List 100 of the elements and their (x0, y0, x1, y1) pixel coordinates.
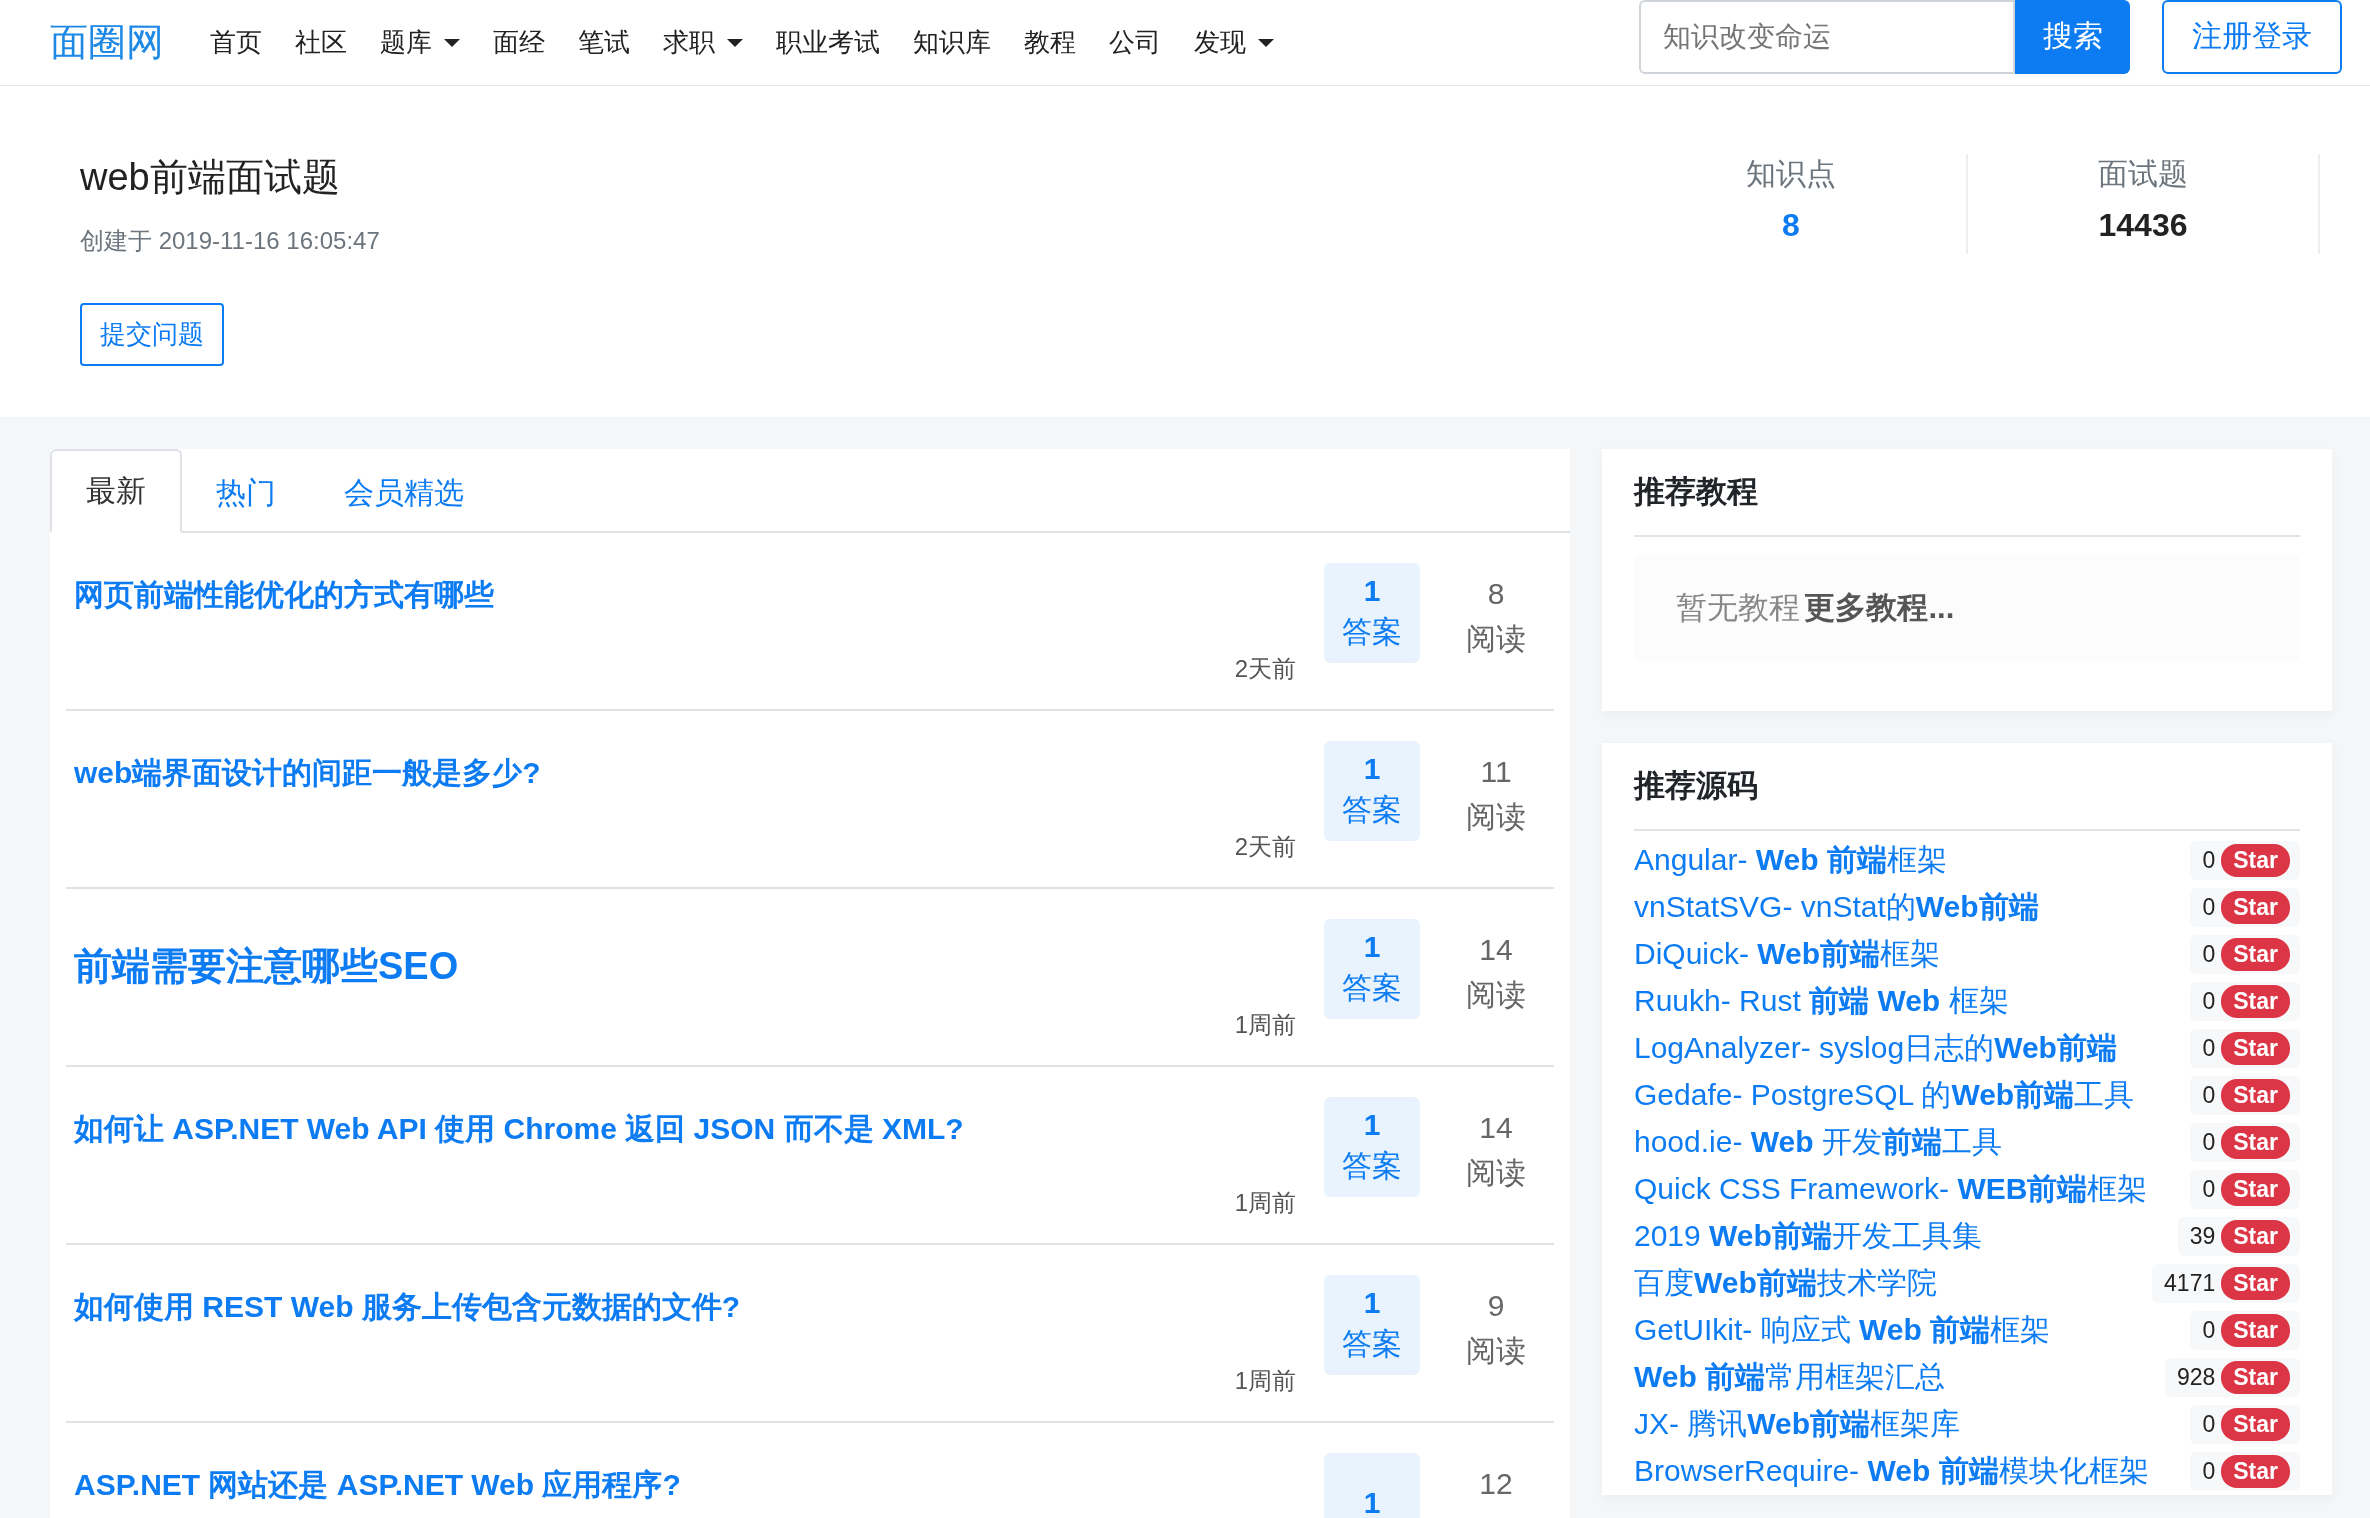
read-count: 11 (1480, 755, 1512, 789)
search-button[interactable]: 搜索 (2015, 0, 2130, 74)
star-count-badge[interactable]: 0 Star (2190, 1405, 2300, 1444)
star-count-badge[interactable]: 0 Star (2190, 1452, 2300, 1491)
question-link[interactable]: 前端需要注意哪些SEO (74, 919, 459, 992)
source-link[interactable]: GetUIkit- 响应式 Web 前端框架 (1634, 1310, 2051, 1351)
source-link[interactable]: Angular- Web 前端框架 (1634, 840, 1947, 881)
caret-icon (727, 38, 743, 47)
more-tutorials-link[interactable]: 更多教程... (1804, 590, 1955, 625)
question-link[interactable]: web端界面设计的间距一般是多少? (74, 741, 541, 794)
star-count-badge[interactable]: 0 Star (2190, 1076, 2300, 1115)
nav-link[interactable]: 公司 (1109, 25, 1161, 60)
star-count: 39 (2189, 1223, 2216, 1250)
star-pill: Star (2221, 938, 2290, 971)
nav-link[interactable]: 首页 (210, 25, 262, 60)
answer-count-box[interactable]: 1 答案 (1324, 919, 1420, 1019)
answer-count-box[interactable]: 1 答案 (1324, 741, 1420, 841)
source-link[interactable]: JX- 腾讯Web前端框架库 (1634, 1404, 1961, 1445)
answer-count-box[interactable]: 1 答案 (1324, 1275, 1420, 1375)
tab[interactable]: 最新 (50, 449, 182, 533)
star-pill: Star (2221, 1173, 2290, 1206)
answer-count-box[interactable]: 1 答案 (1324, 1097, 1420, 1197)
star-pill: Star (2221, 844, 2290, 877)
post-time: 1周前 (1234, 1366, 1296, 1396)
question-link[interactable]: 如何让 ASP.NET Web API 使用 Chrome 返回 JSON 而不是 XML? (74, 1097, 964, 1150)
star-pill: Star (2221, 1220, 2290, 1253)
read-label: 阅读 (1466, 1155, 1526, 1191)
source-link[interactable]: Ruukh- Rust 前端 Web 框架 (1634, 981, 2009, 1022)
caret-icon (1258, 38, 1274, 47)
star-count: 0 (2202, 894, 2216, 921)
tab[interactable]: 热门 (182, 453, 310, 533)
star-count: 0 (2202, 1176, 2216, 1203)
star-count-badge[interactable]: 0 Star (2190, 935, 2300, 974)
login-button[interactable]: 注册登录 (2162, 0, 2342, 74)
star-count-badge[interactable]: 928 Star (2164, 1358, 2300, 1397)
read-count: 14 (1479, 933, 1513, 967)
stat-label: 知识点 (1745, 156, 1837, 192)
question-link[interactable]: ASP.NET 网站还是 ASP.NET Web 应用程序? (74, 1453, 681, 1506)
source-link[interactable]: vnStatSVG- vnStat的Web前端 (1634, 887, 2039, 928)
search-field[interactable]: 知识改变命运 (1639, 0, 2015, 74)
nav-link[interactable]: 笔试 (578, 25, 630, 60)
read-count: 8 (1487, 577, 1505, 611)
star-count: 4171 (2164, 1270, 2216, 1297)
star-count-badge[interactable]: 0 Star (2190, 1311, 2300, 1350)
source-link[interactable]: LogAnalyzer- syslog日志的Web前端 (1634, 1028, 2117, 1069)
star-count-badge[interactable]: 39 Star (2177, 1217, 2300, 1256)
star-count: 0 (2202, 847, 2216, 874)
star-pill: Star (2221, 1126, 2290, 1159)
star-count-badge[interactable]: 0 Star (2190, 841, 2300, 880)
star-count: 0 (2202, 941, 2216, 968)
star-count: 0 (2202, 1317, 2216, 1344)
nav-link[interactable]: 发现 (1194, 25, 1274, 60)
read-label: 阅读 (1466, 799, 1526, 835)
read-count: 14 (1479, 1111, 1513, 1145)
nav-link[interactable]: 教程 (1024, 25, 1076, 60)
nav-link[interactable]: 题库 (380, 25, 460, 60)
nav-link[interactable]: 社区 (295, 25, 347, 60)
created-date: 创建于 2019-11-16 16:05:47 (80, 226, 380, 256)
star-pill: Star (2221, 1079, 2290, 1112)
star-count-badge[interactable]: 0 Star (2190, 1029, 2300, 1068)
empty-message: 暂无教程 (1676, 590, 1800, 625)
answer-count-box[interactable]: 1 答案 (1324, 563, 1420, 663)
stat-link[interactable]: 8 (1616, 207, 1966, 244)
star-pill: Star (2221, 1032, 2290, 1065)
nav-link[interactable]: 求职 (663, 25, 743, 60)
source-link[interactable]: 2019 Web前端开发工具集 (1634, 1216, 1982, 1257)
star-count: 0 (2202, 1082, 2216, 1109)
star-pill: Star (2221, 1408, 2290, 1441)
tab[interactable]: 会员精选 (310, 453, 498, 533)
stat-value: 14436 (2097, 207, 2189, 244)
star-count-badge[interactable]: 0 Star (2190, 888, 2300, 927)
star-count-badge[interactable]: 4171 Star (2152, 1264, 2300, 1303)
source-link[interactable]: Web 前端常用框架汇总 (1634, 1357, 1946, 1398)
read-label: 阅读 (1466, 977, 1526, 1013)
site-logo[interactable]: 面圈网 (50, 17, 164, 68)
source-link[interactable]: hood.ie- Web 开发前端工具 (1634, 1122, 2002, 1163)
star-count: 0 (2202, 988, 2216, 1015)
star-count-badge[interactable]: 0 Star (2190, 1123, 2300, 1162)
star-count-badge[interactable]: 0 Star (2190, 1170, 2300, 1209)
nav-link[interactable]: 面经 (493, 25, 545, 60)
star-count: 0 (2202, 1035, 2216, 1062)
submit-question-button[interactable]: 提交问题 (80, 303, 224, 366)
read-label: 阅读 (1466, 1333, 1526, 1369)
star-count: 928 (2176, 1364, 2216, 1391)
nav-link[interactable]: 知识库 (913, 25, 991, 60)
star-pill: Star (2221, 1267, 2290, 1300)
source-link[interactable]: Gedafe- PostgreSQL 的Web前端工具 (1634, 1075, 2135, 1116)
source-link[interactable]: BrowserRequire- Web 前端模块化框架 (1634, 1451, 2149, 1492)
star-pill: Star (2221, 891, 2290, 924)
source-link[interactable]: Quick CSS Framework- WEB前端框架 (1634, 1169, 2148, 1210)
star-count-badge[interactable]: 0 Star (2190, 982, 2300, 1021)
question-link[interactable]: 如何使用 REST Web 服务上传包含元数据的文件? (74, 1275, 741, 1328)
nav-link[interactable]: 职业考试 (776, 25, 880, 60)
star-count: 0 (2202, 1411, 2216, 1438)
source-link[interactable]: DiQuick- Web前端框架 (1634, 934, 1941, 975)
stat-label: 面试题 (2097, 156, 2189, 192)
answer-count-box[interactable]: 1 (1324, 1453, 1420, 1518)
question-link[interactable]: 网页前端性能优化的方式有哪些 (74, 563, 494, 616)
star-count: 0 (2202, 1458, 2216, 1485)
source-link[interactable]: 百度Web前端技术学院 (1634, 1263, 1937, 1304)
